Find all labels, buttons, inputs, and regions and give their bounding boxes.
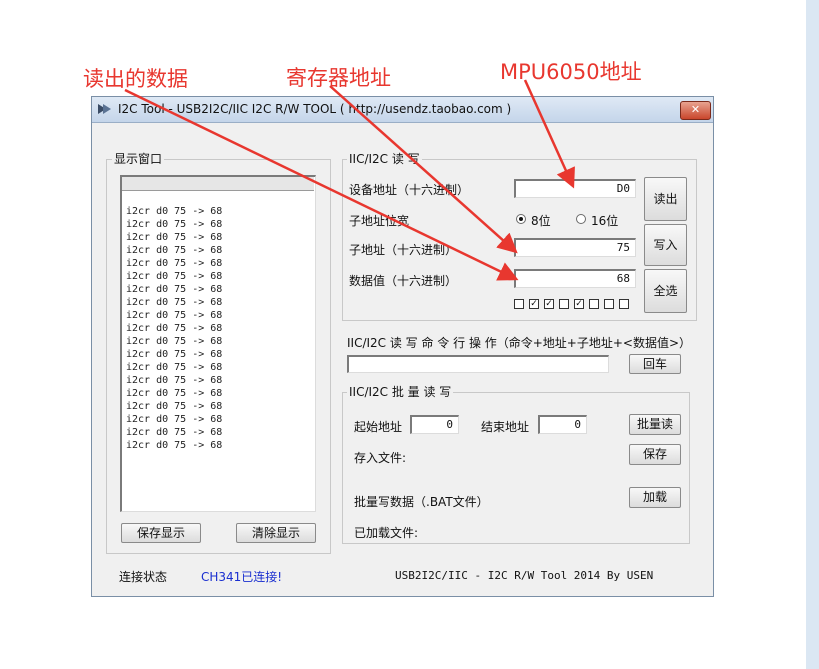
log-line: i2cr d0 75 -> 68	[126, 349, 223, 360]
end-address-input[interactable]: 0	[538, 415, 587, 434]
log-line: i2cr d0 75 -> 68	[126, 219, 223, 230]
start-address-label: 起始地址	[354, 420, 403, 434]
bit-checkbox-1[interactable]: ✓	[529, 299, 539, 309]
log-list: i2cr d0 75 -> 68 i2cr d0 75 -> 68 i2cr d0 …	[126, 205, 222, 452]
credit-text: USB2I2C/IIC - I2C R/W Tool 2014 By USEN	[395, 569, 654, 582]
start-address-input[interactable]: 0	[410, 415, 459, 434]
bit-checkbox-2[interactable]: ✓	[544, 299, 554, 309]
title-bar[interactable]: I2C Tool - USB2I2C/IIC I2C R/W TOOL ( ht…	[92, 97, 713, 123]
log-line: i2cr d0 75 -> 68	[126, 375, 223, 386]
bit-checkbox-4[interactable]: ✓	[574, 299, 584, 309]
log-line: i2cr d0 75 -> 68	[126, 427, 223, 438]
log-line: i2cr d0 75 -> 68	[126, 414, 223, 425]
window-title: I2C Tool - USB2I2C/IIC I2C R/W TOOL ( ht…	[118, 102, 512, 116]
annotation-register-address: 寄存器地址	[286, 66, 391, 90]
annotation-read-data: 读出的数据	[83, 67, 188, 91]
save-file-label: 存入文件:	[354, 451, 407, 465]
enter-button[interactable]: 回车	[629, 354, 681, 374]
log-line: i2cr d0 75 -> 68	[126, 440, 223, 451]
subaddr-label: 子地址（十六进制）	[349, 243, 458, 257]
save-display-button[interactable]: 保存显示	[121, 523, 201, 543]
batch-write-label: 批量写数据（.BAT文件）	[354, 495, 489, 509]
radio-8bit[interactable]	[516, 214, 526, 224]
load-button[interactable]: 加载	[629, 487, 681, 508]
bit-checkbox-5[interactable]	[589, 299, 599, 309]
log-line: i2cr d0 75 -> 68	[126, 284, 223, 295]
log-line: i2cr d0 75 -> 68	[126, 232, 223, 243]
display-log[interactable]: i2cr d0 75 -> 68 i2cr d0 75 -> 68 i2cr d0 …	[120, 175, 316, 512]
log-line: i2cr d0 75 -> 68	[126, 388, 223, 399]
bit-checkbox-7[interactable]	[619, 299, 629, 309]
batch-read-button[interactable]: 批量读	[629, 414, 681, 435]
rw-group-title: IIC/I2C 读 写	[347, 150, 422, 167]
data-value-input[interactable]: 68	[514, 269, 636, 288]
log-line: i2cr d0 75 -> 68	[126, 310, 223, 321]
log-line: i2cr d0 75 -> 68	[126, 258, 223, 269]
clear-display-button[interactable]: 清除显示	[236, 523, 316, 543]
data-value-label: 数据值（十六进制）	[349, 274, 458, 288]
close-button[interactable]: ✕	[680, 101, 711, 120]
log-line: i2cr d0 75 -> 68	[126, 271, 223, 282]
app-icon	[98, 104, 111, 114]
annotation-device-address: MPU6050地址	[500, 60, 642, 84]
radio-16bit[interactable]	[576, 214, 586, 224]
end-address-label: 结束地址	[481, 420, 530, 434]
radio-16bit-label: 16位	[591, 214, 619, 228]
command-line-label: IIC/I2C 读 写 命 令 行 操 作（命令+地址+子地址+<数据值>）	[347, 336, 692, 350]
connection-status-value: CH341已连接!	[201, 570, 283, 584]
command-input[interactable]	[347, 355, 609, 373]
log-line: i2cr d0 75 -> 68	[126, 206, 223, 217]
loaded-file-label: 已加载文件:	[354, 526, 419, 540]
display-log-header	[122, 177, 314, 191]
log-line: i2cr d0 75 -> 68	[126, 245, 223, 256]
display-group-title: 显示窗口	[112, 150, 165, 167]
log-line: i2cr d0 75 -> 68	[126, 297, 223, 308]
batch-group-title: IIC/I2C 批 量 读 写	[347, 383, 454, 400]
subaddr-input[interactable]: 75	[514, 238, 636, 257]
select-all-button[interactable]: 全选	[644, 269, 687, 313]
log-line: i2cr d0 75 -> 68	[126, 336, 223, 347]
bit-checkbox-6[interactable]	[604, 299, 614, 309]
save-file-button[interactable]: 保存	[629, 444, 681, 465]
write-button[interactable]: 写入	[644, 224, 687, 266]
subaddr-width-label: 子地址位宽	[349, 214, 410, 228]
read-button[interactable]: 读出	[644, 177, 687, 221]
connection-status-label: 连接状态	[119, 570, 168, 584]
bit-checkbox-3[interactable]	[559, 299, 569, 309]
log-line: i2cr d0 75 -> 68	[126, 323, 223, 334]
background-panel-strip	[806, 0, 819, 669]
device-address-label: 设备地址（十六进制）	[349, 183, 470, 197]
device-address-input[interactable]: D0	[514, 179, 636, 198]
log-line: i2cr d0 75 -> 68	[126, 401, 223, 412]
radio-8bit-label: 8位	[531, 214, 551, 228]
i2c-tool-window: I2C Tool - USB2I2C/IIC I2C R/W TOOL ( ht…	[91, 96, 714, 597]
log-line: i2cr d0 75 -> 68	[126, 362, 223, 373]
bit-checkbox-0[interactable]	[514, 299, 524, 309]
